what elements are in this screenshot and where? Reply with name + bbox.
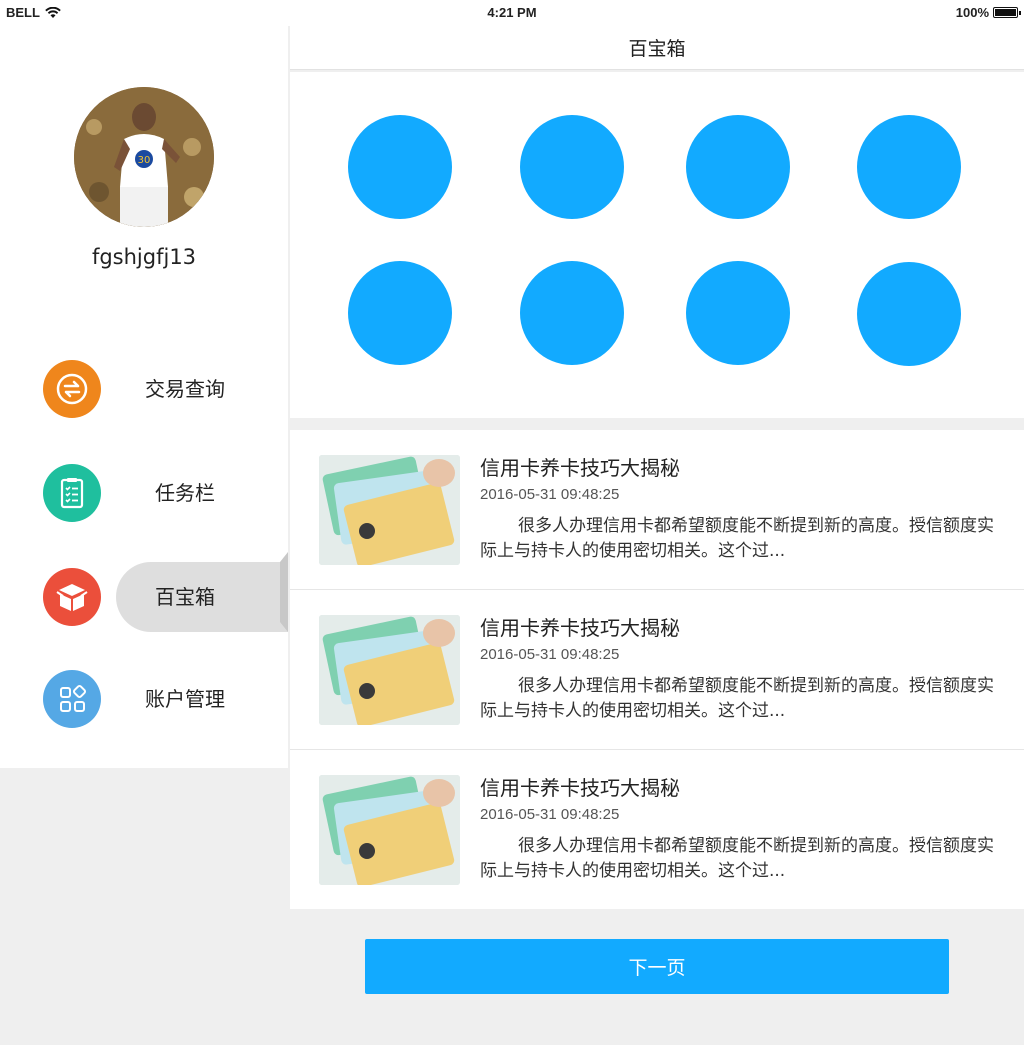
grid-item[interactable] [857, 115, 961, 219]
news-thumbnail [319, 775, 460, 885]
grid-item[interactable] [686, 115, 790, 219]
news-date: 2016-05-31 09:48:25 [480, 486, 620, 503]
grid-item[interactable] [348, 261, 452, 365]
sidebar-item-treasure-box[interactable]: 百宝箱 [0, 552, 288, 642]
grid-item[interactable] [857, 262, 961, 366]
clipboard-icon [43, 464, 101, 522]
main-content: 百宝箱 信用卡养卡技巧大揭秘 2016-05-31 09:48:25 很多人办理… [290, 26, 1024, 1045]
feature-grid [290, 72, 1024, 418]
news-summary: 很多人办理信用卡都希望额度能不断提到新的高度。授信额度实际上与持卡人的使用密切相… [480, 676, 994, 721]
svg-text:30: 30 [138, 155, 151, 166]
exchange-icon [43, 360, 101, 418]
news-date: 2016-05-31 09:48:25 [480, 806, 620, 823]
news-item[interactable]: 信用卡养卡技巧大揭秘 2016-05-31 09:48:25 很多人办理信用卡都… [290, 430, 1024, 590]
battery-icon [993, 7, 1021, 18]
news-title: 信用卡养卡技巧大揭秘 [480, 456, 680, 480]
avatar[interactable]: 30 [74, 87, 214, 227]
grid-item[interactable] [348, 115, 452, 219]
news-date: 2016-05-31 09:48:25 [480, 646, 620, 663]
grid-item[interactable] [686, 261, 790, 365]
nav-bar: 百宝箱 [290, 26, 1024, 70]
news-thumbnail [319, 455, 460, 565]
grid-apps-icon [43, 670, 101, 728]
news-thumbnail [319, 615, 460, 725]
sidebar-item-transaction-query[interactable]: 交易查询 [0, 350, 288, 430]
news-summary: 很多人办理信用卡都希望额度能不断提到新的高度。授信额度实际上与持卡人的使用密切相… [480, 516, 994, 561]
battery-percent: 100% [955, 5, 989, 20]
status-right: 100% [955, 5, 1021, 20]
sidebar-item-label: 任务栏 [155, 481, 215, 505]
grid-item[interactable] [520, 261, 624, 365]
news-title: 信用卡养卡技巧大揭秘 [480, 616, 680, 640]
sidebar-item-label: 交易查询 [145, 377, 225, 401]
sidebar-item-label: 账户管理 [145, 687, 225, 711]
sidebar: 30 fgshjgfj13 交易查询 任务栏 百宝箱 账户管理 [0, 26, 288, 768]
news-title: 信用卡养卡技巧大揭秘 [480, 776, 680, 800]
grid-item[interactable] [520, 115, 624, 219]
news-summary: 很多人办理信用卡都希望额度能不断提到新的高度。授信额度实际上与持卡人的使用密切相… [480, 836, 994, 881]
box-icon [43, 568, 101, 626]
page-title: 百宝箱 [628, 38, 686, 60]
news-item[interactable]: 信用卡养卡技巧大揭秘 2016-05-31 09:48:25 很多人办理信用卡都… [290, 750, 1024, 910]
sidebar-item-task-bar[interactable]: 任务栏 [0, 454, 288, 534]
news-item[interactable]: 信用卡养卡技巧大揭秘 2016-05-31 09:48:25 很多人办理信用卡都… [290, 590, 1024, 750]
sidebar-item-label: 百宝箱 [155, 585, 215, 609]
username: fgshjgfj13 [91, 245, 197, 269]
status-bar: BELL 4:21 PM 100% [0, 0, 1024, 26]
news-list: 信用卡养卡技巧大揭秘 2016-05-31 09:48:25 很多人办理信用卡都… [290, 430, 1024, 909]
next-page-button[interactable]: 下一页 [365, 939, 949, 994]
sidebar-item-account-management[interactable]: 账户管理 [0, 660, 288, 740]
status-time: 4:21 PM [487, 5, 537, 20]
avatar-photo: 30 [74, 87, 214, 227]
active-indicator-arrow [280, 552, 288, 632]
